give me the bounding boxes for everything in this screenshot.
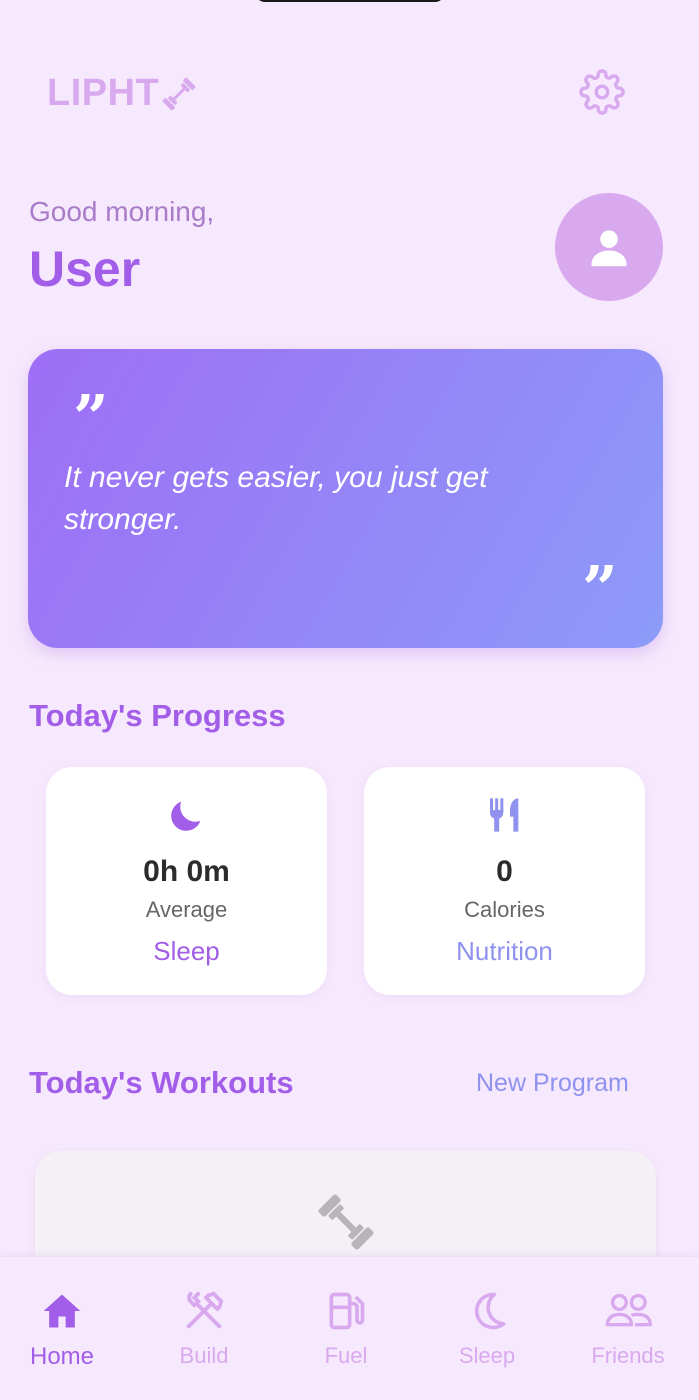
dumbbell-icon xyxy=(318,1194,374,1250)
home-icon xyxy=(43,1294,81,1328)
progress-section-title: Today's Progress xyxy=(29,698,286,733)
quote-text: It never gets easier, you just get stron… xyxy=(64,461,488,536)
workouts-section-title: Today's Workouts xyxy=(29,1065,294,1100)
fork-knife-icon xyxy=(489,798,518,832)
people-icon xyxy=(605,1293,652,1327)
tab-home-label: Home xyxy=(29,1343,95,1370)
tab-sleep[interactable]: Sleep xyxy=(432,1287,542,1369)
gear-icon xyxy=(579,69,625,115)
device-notch xyxy=(255,0,445,2)
bottom-tab-bar: Home Build Fuel Sleep Friends xyxy=(0,1256,699,1400)
nutrition-link[interactable]: Nutrition xyxy=(364,936,645,967)
quote-close-mark: ” xyxy=(582,558,618,598)
tab-friends-label: Friends xyxy=(591,1343,665,1368)
moon-icon xyxy=(474,1292,506,1330)
tab-build-label: Build xyxy=(179,1343,229,1368)
calories-value: 0 xyxy=(496,855,513,888)
tab-sleep-label: Sleep xyxy=(458,1343,516,1368)
calories-sub-label: Calories xyxy=(464,897,545,922)
settings-button[interactable] xyxy=(578,68,626,116)
tab-home[interactable]: Home xyxy=(7,1287,117,1371)
tab-friends[interactable]: Friends xyxy=(573,1287,683,1369)
quote-card: ” It never gets easier, you just get str… xyxy=(28,349,663,648)
dumbbell-icon xyxy=(162,77,196,110)
fuel-pump-icon xyxy=(329,1292,365,1330)
new-program-button[interactable]: New Program xyxy=(476,1069,629,1098)
tab-fuel[interactable]: Fuel xyxy=(291,1287,401,1369)
greeting-salutation: Good morning, xyxy=(29,196,215,227)
app-logo: LIPHT xyxy=(47,72,199,115)
sleep-sub-label: Average xyxy=(145,897,228,922)
logo-text: LIPHT xyxy=(47,72,160,114)
tab-fuel-label: Fuel xyxy=(324,1343,368,1368)
sleep-link[interactable]: Sleep xyxy=(46,936,327,967)
avatar[interactable] xyxy=(555,193,663,301)
moon-icon xyxy=(170,801,200,831)
quote-open-mark: ” xyxy=(73,387,109,427)
user-name: User xyxy=(29,241,141,297)
tools-icon xyxy=(186,1291,224,1329)
sleep-stat-card[interactable]: 0h 0m Average Sleep xyxy=(46,767,327,995)
sleep-value: 0h 0m xyxy=(143,855,230,888)
nutrition-stat-card[interactable]: 0 Calories Nutrition xyxy=(364,767,645,995)
person-icon xyxy=(591,230,627,267)
tab-build[interactable]: Build xyxy=(149,1287,259,1369)
